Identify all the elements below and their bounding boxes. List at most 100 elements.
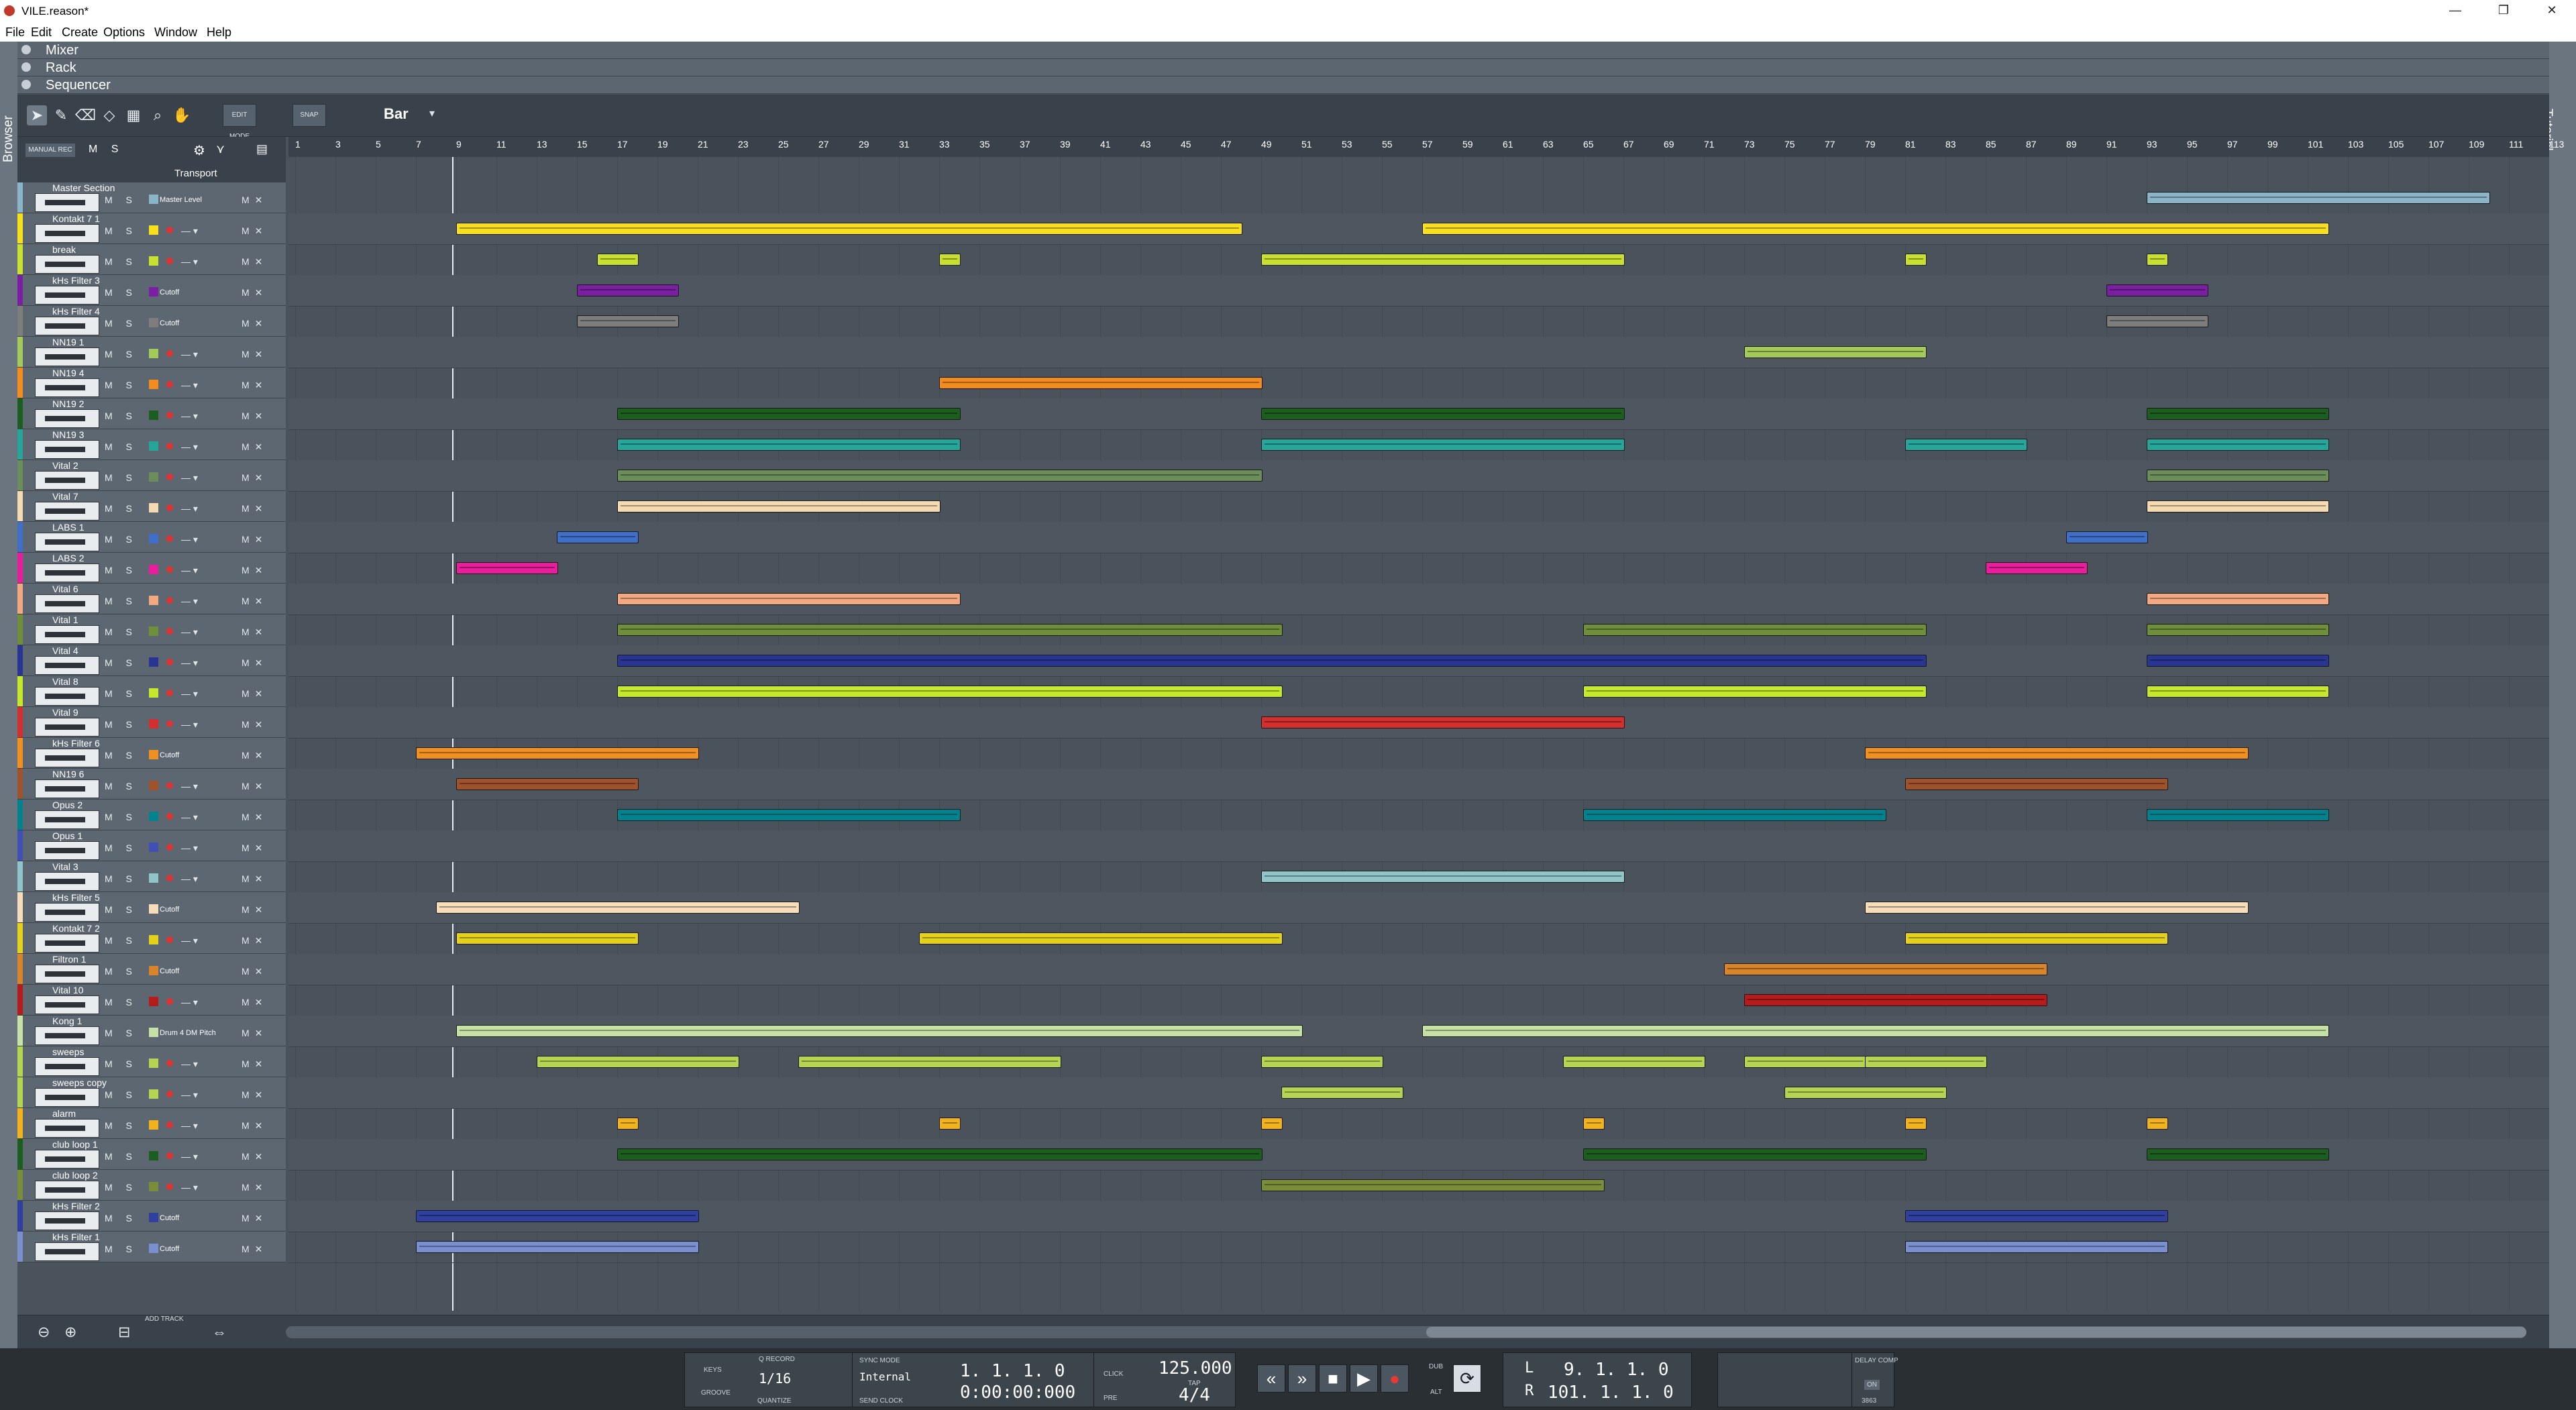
delay-comp-on-button[interactable]: ON (1864, 1380, 1880, 1390)
record-enable-icon[interactable] (166, 998, 173, 1005)
sequencer-clip[interactable] (617, 686, 1283, 698)
track-row[interactable]: NN19 1 M S — ▾ M✕ (17, 337, 286, 368)
quantize-value[interactable]: 1/16 (759, 1370, 791, 1387)
automation-parameter[interactable]: Master Level (160, 196, 202, 204)
sequencer-toggle-icon[interactable] (21, 80, 31, 89)
sequencer-clip[interactable] (1784, 1087, 1947, 1099)
track-name[interactable]: LABS 2 (52, 553, 84, 563)
track-name[interactable]: kHs Filter 1 (52, 1232, 100, 1242)
device-thumbnail[interactable] (35, 656, 99, 675)
sequencer-clip[interactable] (456, 1025, 1303, 1037)
device-thumbnail[interactable] (35, 749, 99, 767)
sequencer-clip[interactable] (1583, 1148, 1927, 1160)
lane-options-icon[interactable]: — ▾ (181, 565, 198, 576)
lane-menu-icon[interactable]: ▤ (256, 142, 268, 156)
delay-comp-value[interactable]: 3863 (1862, 1397, 1876, 1405)
lane-mute-delete-icon[interactable]: M✕ (241, 503, 268, 514)
device-thumbnail[interactable] (35, 1026, 99, 1045)
lane-mute-delete-icon[interactable]: M✕ (241, 781, 268, 792)
loop-toggle-icon[interactable]: ⟳ (1453, 1364, 1481, 1393)
device-thumbnail[interactable] (35, 255, 99, 274)
device-thumbnail[interactable] (35, 625, 99, 644)
lane-mute-delete-icon[interactable]: M✕ (241, 966, 268, 977)
sequencer-clip[interactable] (617, 439, 961, 451)
track-row[interactable]: Vital 7 M S — ▾ M✕ (17, 491, 286, 522)
lane-options-icon[interactable]: — ▾ (181, 873, 198, 885)
device-thumbnail[interactable] (35, 1181, 99, 1199)
fast-forward-button[interactable]: » (1288, 1364, 1316, 1393)
pre-label[interactable]: PRE (1104, 1395, 1118, 1402)
lane-options-icon[interactable]: — ▾ (181, 1089, 198, 1101)
track-name[interactable]: sweeps copy (52, 1077, 107, 1088)
sequencer-clip[interactable] (557, 531, 639, 543)
sequencer-clip[interactable] (2147, 1118, 2168, 1130)
track-row[interactable]: NN19 4 M S — ▾ M✕ (17, 368, 286, 398)
mixer-toggle-icon[interactable] (21, 45, 31, 54)
sequencer-lane[interactable] (288, 337, 2549, 368)
track-name[interactable]: Vital 8 (52, 676, 78, 687)
track-name[interactable]: Vital 3 (52, 861, 78, 872)
lane-options-icon[interactable]: — ▾ (181, 719, 198, 730)
device-thumbnail[interactable] (35, 1088, 99, 1107)
track-name[interactable]: Vital 4 (52, 645, 78, 656)
sequencer-clip[interactable] (1563, 1056, 1705, 1068)
sequencer-clip[interactable] (939, 254, 961, 266)
sequencer-clip[interactable] (436, 902, 800, 914)
device-thumbnail[interactable] (35, 193, 99, 212)
lane-options-icon[interactable]: — ▾ (181, 997, 198, 1008)
mute-solo-buttons[interactable]: M S (105, 1213, 138, 1224)
lane-options-icon[interactable]: — ▾ (181, 472, 198, 484)
lane-mute-delete-icon[interactable]: M✕ (241, 195, 268, 206)
rewind-button[interactable]: « (1257, 1364, 1285, 1393)
track-row[interactable]: Opus 2 M S — ▾ M✕ (17, 800, 286, 830)
sequencer-clip[interactable] (1261, 1179, 1605, 1191)
lane-options-icon[interactable]: — ▾ (181, 688, 198, 700)
sequencer-clip[interactable] (1905, 932, 2168, 944)
record-enable-icon[interactable] (166, 258, 173, 264)
track-name[interactable]: Vital 9 (52, 707, 78, 718)
track-name[interactable]: alarm (52, 1108, 76, 1119)
track-name[interactable]: sweeps (52, 1046, 84, 1057)
zoom-out-icon[interactable]: ⊖ (38, 1323, 50, 1341)
sequencer-clip[interactable] (2147, 624, 2329, 636)
track-row[interactable]: kHs Filter 2 M S Cutoff M✕ (17, 1201, 286, 1232)
sequencer-clip[interactable] (456, 223, 1242, 235)
track-row[interactable]: club loop 2 M S — ▾ M✕ (17, 1170, 286, 1201)
mute-solo-buttons[interactable]: M S (105, 565, 138, 576)
sequencer-clip[interactable] (617, 470, 1263, 482)
mute-solo-buttons[interactable]: M S (105, 1151, 138, 1162)
lane-mute-delete-icon[interactable]: M✕ (241, 1120, 268, 1132)
lane-options-icon[interactable]: — ▾ (181, 935, 198, 946)
device-thumbnail[interactable] (35, 1242, 99, 1261)
sequencer-clip[interactable] (1281, 1087, 1403, 1099)
record-enable-icon[interactable] (166, 381, 173, 388)
lane-mute-delete-icon[interactable]: M✕ (241, 596, 268, 607)
track-row[interactable]: Vital 6 M S — ▾ M✕ (17, 584, 286, 614)
sequencer-clip[interactable] (1261, 408, 1625, 420)
left-locator-value[interactable]: 9. 1. 1. 0 (1564, 1360, 1669, 1380)
mute-solo-buttons[interactable]: M S (105, 287, 138, 298)
track-row[interactable]: Kontakt 7 1 M S — ▾ M✕ (17, 213, 286, 244)
scrollbar-thumb[interactable] (1426, 1327, 2526, 1338)
sequencer-clip[interactable] (1261, 716, 1625, 728)
mute-solo-buttons[interactable]: M S (105, 380, 138, 390)
mute-solo-buttons[interactable]: M S (105, 441, 138, 452)
sequencer-clip[interactable] (2147, 1148, 2329, 1160)
menu-window[interactable]: Window (154, 25, 197, 40)
mute-solo-buttons[interactable]: M S (105, 411, 138, 421)
lane-mute-delete-icon[interactable]: M✕ (241, 380, 268, 391)
device-thumbnail[interactable] (35, 1119, 99, 1138)
lane-mute-delete-icon[interactable]: M✕ (241, 750, 268, 761)
record-enable-icon[interactable] (166, 1152, 173, 1159)
track-row[interactable]: Kong 1 M S Drum 4 DM Pitch M✕ (17, 1016, 286, 1046)
play-button[interactable]: ▶ (1350, 1364, 1378, 1393)
minimize-button[interactable]: — (2435, 1, 2475, 19)
lane-mute-delete-icon[interactable]: M✕ (241, 318, 268, 329)
sequencer-clip[interactable] (1905, 1118, 1927, 1130)
mute-tool-icon[interactable]: ▦ (123, 105, 144, 125)
sequencer-lane[interactable] (288, 985, 2549, 1016)
track-name[interactable]: NN19 2 (52, 398, 84, 409)
track-row[interactable]: kHs Filter 3 M S Cutoff M✕ (17, 275, 286, 306)
device-thumbnail[interactable] (35, 502, 99, 521)
sequencer-lane[interactable] (288, 954, 2549, 985)
